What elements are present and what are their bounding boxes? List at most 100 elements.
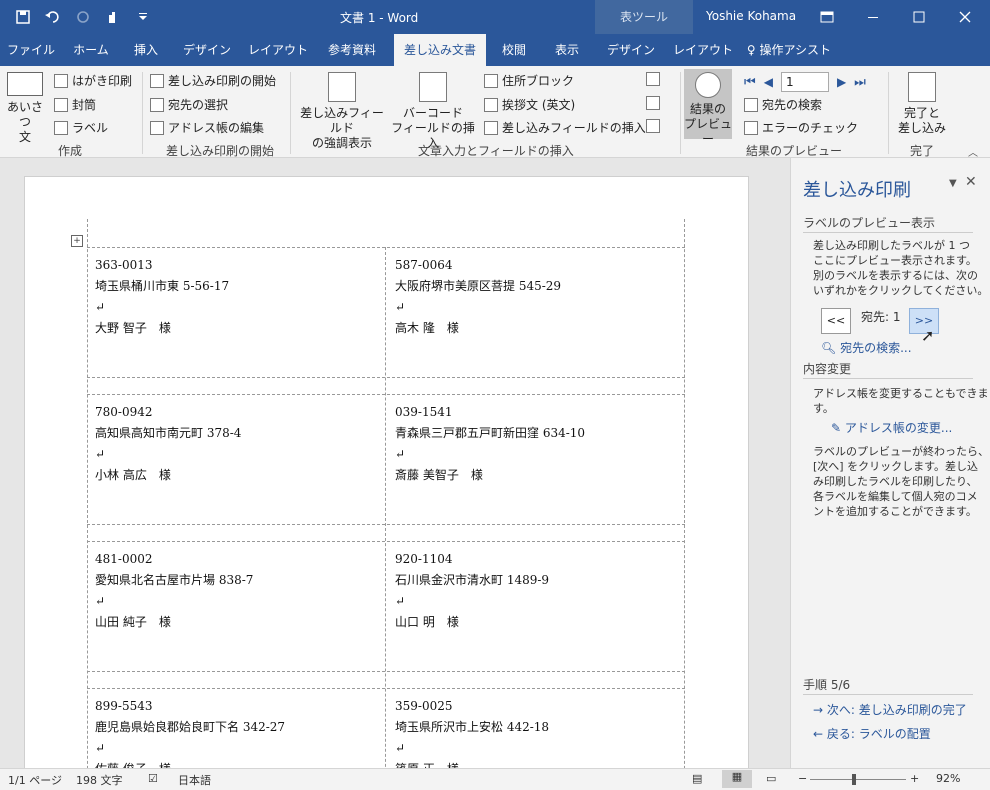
find-recipient-link[interactable]: 🔍︎ 宛先の検索... bbox=[821, 341, 912, 356]
insert-merge-field-button[interactable]: 差し込みフィールドの挿入 bbox=[484, 119, 646, 136]
highlight-fields-button[interactable]: 差し込みフィールド の強調表示 bbox=[296, 72, 388, 151]
undo-icon[interactable] bbox=[42, 6, 64, 28]
check-errors-icon bbox=[744, 120, 758, 135]
document-title: 文書 1 - Word bbox=[340, 11, 419, 25]
last-record-icon[interactable]: ⏭ bbox=[854, 75, 866, 90]
label-cell[interactable]: 359-0025埼玉県所沢市上安松 442-18↵篠原 正 様 bbox=[395, 696, 549, 768]
tab-table-design[interactable]: デザイン bbox=[596, 34, 666, 66]
preview-text: 差し込み印刷したラベルが 1 つここにプレビュー表示されます。 別のラベルを表示す… bbox=[813, 239, 989, 297]
label-button[interactable]: ラベル bbox=[54, 119, 108, 136]
maximize-icon[interactable] bbox=[896, 0, 942, 34]
tab-insert[interactable]: 挿入 bbox=[120, 34, 172, 66]
label-cell[interactable]: 780-0942 高知県高知市南元町 378-4 ↵ 小林 高広 様 bbox=[95, 402, 241, 486]
preview-abc-icon bbox=[695, 72, 721, 98]
change-address-link[interactable]: ✎ アドレス帳の変更... bbox=[831, 421, 952, 436]
edit-list-icon bbox=[150, 120, 164, 135]
zoom-level[interactable]: 92% bbox=[936, 772, 960, 785]
proofing-icon[interactable]: ☑ bbox=[148, 772, 158, 785]
finish-merge-icon bbox=[908, 72, 936, 102]
previous-step-link[interactable]: ← 戻る: ラベルの配置 bbox=[813, 727, 931, 742]
page-count[interactable]: 1/1 ページ bbox=[8, 772, 62, 788]
rules-button[interactable] bbox=[646, 72, 660, 86]
zoom-slider[interactable] bbox=[810, 779, 906, 780]
tab-mailings[interactable]: 差し込み文書 bbox=[394, 34, 486, 66]
arrow-left-icon: ← bbox=[813, 727, 827, 741]
label-cell[interactable]: 481-0002 愛知県北名古屋市片場 838-7 ↵ 山田 純子 様 bbox=[95, 549, 253, 633]
save-icon[interactable] bbox=[12, 6, 34, 28]
select-recipients-button[interactable]: 宛先の選択 bbox=[150, 96, 228, 113]
print-layout-icon[interactable]: ▦ bbox=[722, 770, 752, 788]
record-number-input[interactable]: 1 bbox=[780, 72, 829, 92]
close-icon[interactable] bbox=[942, 0, 988, 34]
zoom-out-icon[interactable]: − bbox=[798, 772, 807, 785]
redo-icon[interactable] bbox=[72, 6, 94, 28]
tab-view[interactable]: 表示 bbox=[540, 34, 594, 66]
mouse-cursor-icon: ➚ bbox=[921, 326, 935, 345]
preview-results-button[interactable]: 結果の プレビュー bbox=[684, 69, 732, 146]
pane-close-icon[interactable]: ✕ bbox=[965, 174, 977, 190]
label-cell[interactable]: 899-5543鹿児島県姶良郡姶良町下名 342-27↵佐藤 俊子 様 bbox=[95, 696, 285, 768]
next-record-icon[interactable]: ▶ bbox=[837, 75, 846, 89]
insert-barcode-field-button[interactable]: バーコード フィールドの挿入 bbox=[388, 72, 478, 151]
check-errors-button[interactable]: エラーのチェック bbox=[744, 119, 858, 136]
table-tools-label: 表ツール bbox=[595, 0, 693, 34]
previous-label-button[interactable]: << bbox=[821, 308, 851, 334]
zoom-in-icon[interactable]: + bbox=[910, 772, 919, 785]
greeting-line-button[interactable]: 挨拶文 (英文) bbox=[484, 96, 575, 113]
touch-mode-icon[interactable] bbox=[102, 6, 124, 28]
user-name[interactable]: Yoshie Kohama bbox=[706, 9, 796, 23]
previous-record-icon[interactable]: ◀ bbox=[764, 75, 773, 89]
tab-tell-me[interactable]: ♀ 操作アシスト bbox=[744, 34, 834, 66]
pane-title: 差し込み印刷 bbox=[803, 180, 911, 201]
document-page: + 363-0013 埼玉県桶川市東 5-56-17 ↵ 大野 智子 様 587-00… bbox=[24, 176, 749, 768]
label-cell[interactable]: 587-0064 大阪府堺市美原区菩提 545-29 ↵ 高木 隆 様 bbox=[395, 255, 561, 339]
tab-design[interactable]: デザイン bbox=[172, 34, 242, 66]
collapse-ribbon-icon[interactable]: ︿ bbox=[968, 144, 978, 159]
web-layout-icon[interactable]: ▭ bbox=[766, 772, 776, 785]
tab-table-layout[interactable]: レイアウト bbox=[666, 34, 740, 66]
rules-icon bbox=[646, 72, 660, 86]
label-cell[interactable]: 039-1541 青森県三戸郡五戸町新田窪 634-10 ↵ 斎藤 美智子 様 bbox=[395, 402, 585, 486]
greeting-button[interactable]: あいさつ文 bbox=[4, 72, 46, 145]
ribbon-tab-row: ファイル ホーム 挿入 デザイン レイアウト 参考資料 差し込み文書 校閲 表示… bbox=[0, 34, 990, 100]
next-step-link[interactable]: → 次へ: 差し込み印刷の完了 bbox=[813, 703, 967, 718]
tab-home[interactable]: ホーム bbox=[62, 34, 120, 66]
address-block-icon bbox=[484, 73, 498, 88]
finish-text: ラベルのプレビューが終わったら、 [次へ] をクリックします。差し込 み印刷したラベ… bbox=[813, 445, 989, 518]
first-record-icon[interactable]: ⏮ bbox=[744, 75, 756, 90]
label-icon bbox=[54, 120, 68, 135]
match-fields-button[interactable] bbox=[646, 96, 660, 110]
tab-references[interactable]: 参考資料 bbox=[314, 34, 390, 66]
ribbon-display-icon[interactable] bbox=[804, 0, 850, 34]
find-recipient-button[interactable]: 宛先の検索 bbox=[744, 96, 822, 113]
envelope-greeting-icon bbox=[7, 72, 43, 96]
label-cell[interactable]: 920-1104 石川県金沢市清水町 1489-9 ↵ 山口 明 様 bbox=[395, 549, 549, 633]
zoom-slider-thumb[interactable] bbox=[852, 774, 856, 785]
greeting-line-icon bbox=[484, 97, 498, 112]
recipient-indicator: 宛先: 1 bbox=[861, 310, 901, 324]
postcard-print-button[interactable]: はがき印刷 bbox=[54, 72, 132, 89]
read-mode-icon[interactable]: ▤ bbox=[692, 772, 702, 785]
customize-qat-icon[interactable] bbox=[132, 6, 154, 28]
tab-file[interactable]: ファイル bbox=[0, 34, 62, 66]
pane-options-icon[interactable]: ▼ bbox=[949, 178, 957, 189]
start-mail-merge-button[interactable]: 差し込み印刷の開始 bbox=[150, 72, 276, 89]
minimize-icon[interactable] bbox=[850, 0, 896, 34]
postcard-icon bbox=[54, 73, 68, 88]
tab-layout[interactable]: レイアウト bbox=[242, 34, 314, 66]
update-labels-button[interactable] bbox=[646, 119, 660, 133]
preview-heading: ラベルのプレビュー表示 bbox=[803, 216, 936, 230]
group-start-label: 差し込み印刷の開始 bbox=[166, 144, 275, 158]
document-area: + 363-0013 埼玉県桶川市東 5-56-17 ↵ 大野 智子 様 587-00… bbox=[0, 158, 790, 768]
word-count[interactable]: 198 文字 bbox=[76, 772, 123, 788]
address-block-button[interactable]: 住所ブロック bbox=[484, 72, 574, 89]
tab-review[interactable]: 校閲 bbox=[488, 34, 540, 66]
envelope-button[interactable]: 封筒 bbox=[54, 96, 96, 113]
label-cell[interactable]: 363-0013 埼玉県桶川市東 5-56-17 ↵ 大野 智子 様 bbox=[95, 255, 229, 339]
edit-recipient-list-button[interactable]: アドレス帳の編集 bbox=[150, 119, 264, 136]
language[interactable]: 日本語 bbox=[178, 772, 211, 788]
group-fields-label: 文章入力とフィールドの挿入 bbox=[418, 144, 574, 158]
status-bar: 1/1 ページ 198 文字 ☑ 日本語 ▤ ▦ ▭ − + 92% bbox=[0, 768, 990, 790]
table-move-handle[interactable]: + bbox=[71, 235, 83, 247]
finish-merge-button[interactable]: 完了と 差し込み bbox=[892, 72, 952, 136]
